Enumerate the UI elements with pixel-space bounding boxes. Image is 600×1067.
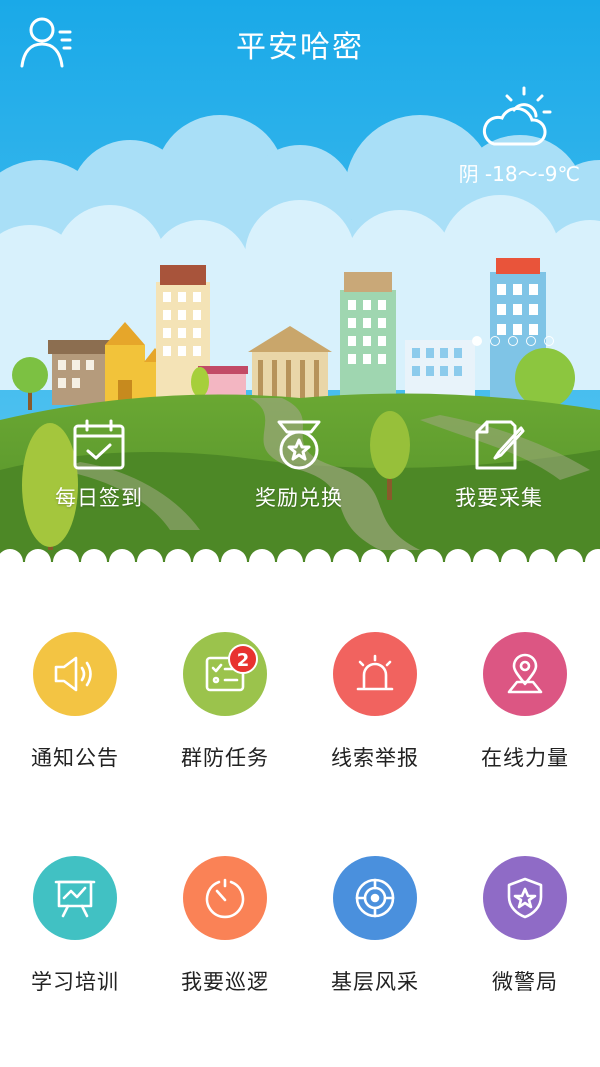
quick-action-label: 我要采集: [455, 486, 543, 510]
group-defense-task-item[interactable]: 群防任务: [150, 600, 300, 780]
micro-police-item[interactable]: 微警局: [450, 824, 600, 1004]
online-label: 在线力量: [481, 746, 569, 770]
partly-cloudy-icon: [482, 86, 552, 146]
training-icon-circle: [33, 856, 117, 940]
patrol-icon-circle: [183, 856, 267, 940]
carousel-dot[interactable]: [526, 336, 536, 346]
report-label: 线索举报: [331, 746, 419, 770]
notice-label: 通知公告: [31, 746, 119, 770]
speaker-icon: [54, 656, 92, 692]
collect-info-button[interactable]: 我要采集: [414, 418, 584, 528]
grassroots-label: 基层风采: [331, 970, 419, 994]
patrol-item[interactable]: 我要巡逻: [150, 824, 300, 1004]
edit-note-icon: [475, 420, 525, 470]
task-icon-circle: [183, 632, 267, 716]
reward-exchange-button[interactable]: 奖励兑换: [214, 418, 384, 528]
notification-badge: 2: [228, 644, 258, 674]
home-banner: 平安哈密 阴 -18～-9℃ 每日签到 奖励兑换 我要采集: [0, 0, 600, 590]
notice-icon-circle: [33, 632, 117, 716]
carousel-dot[interactable]: [472, 336, 482, 346]
grassroots-style-item[interactable]: 基层风采: [300, 824, 450, 1004]
stopwatch-icon: [205, 878, 245, 919]
radar-icon: [355, 878, 395, 918]
daily-checkin-button[interactable]: 每日签到: [14, 418, 184, 528]
notice-item[interactable]: 通知公告: [0, 600, 150, 780]
carousel-dot[interactable]: [544, 336, 554, 346]
report-icon-circle: [333, 632, 417, 716]
presentation-board-icon: [54, 880, 96, 918]
location-pin-icon: [507, 653, 543, 694]
carousel-indicator[interactable]: [472, 336, 554, 346]
online-icon-circle: [483, 632, 567, 716]
medal-star-icon: [277, 420, 321, 470]
page-title: 平安哈密: [236, 30, 364, 65]
police-label: 微警局: [492, 970, 558, 994]
police-shield-icon: [507, 877, 543, 919]
online-force-item[interactable]: 在线力量: [450, 600, 600, 780]
top-bar: 平安哈密: [0, 0, 600, 84]
quick-action-label: 奖励兑换: [255, 486, 343, 510]
grassroots-icon-circle: [333, 856, 417, 940]
task-label: 群防任务: [181, 746, 269, 770]
quick-action-label: 每日签到: [55, 486, 143, 510]
patrol-label: 我要巡逻: [181, 970, 269, 994]
training-item[interactable]: 学习培训: [0, 824, 150, 1004]
weather-widget: 阴 -18～-9℃: [450, 84, 580, 194]
carousel-dot[interactable]: [508, 336, 518, 346]
clue-report-item[interactable]: 线索举报: [300, 600, 450, 780]
carousel-dot[interactable]: [490, 336, 500, 346]
calendar-check-icon: [73, 419, 125, 470]
police-icon-circle: [483, 856, 567, 940]
siren-icon: [356, 654, 394, 691]
training-label: 学习培训: [31, 970, 119, 994]
weather-text: 阴 -18～-9℃: [458, 162, 580, 186]
